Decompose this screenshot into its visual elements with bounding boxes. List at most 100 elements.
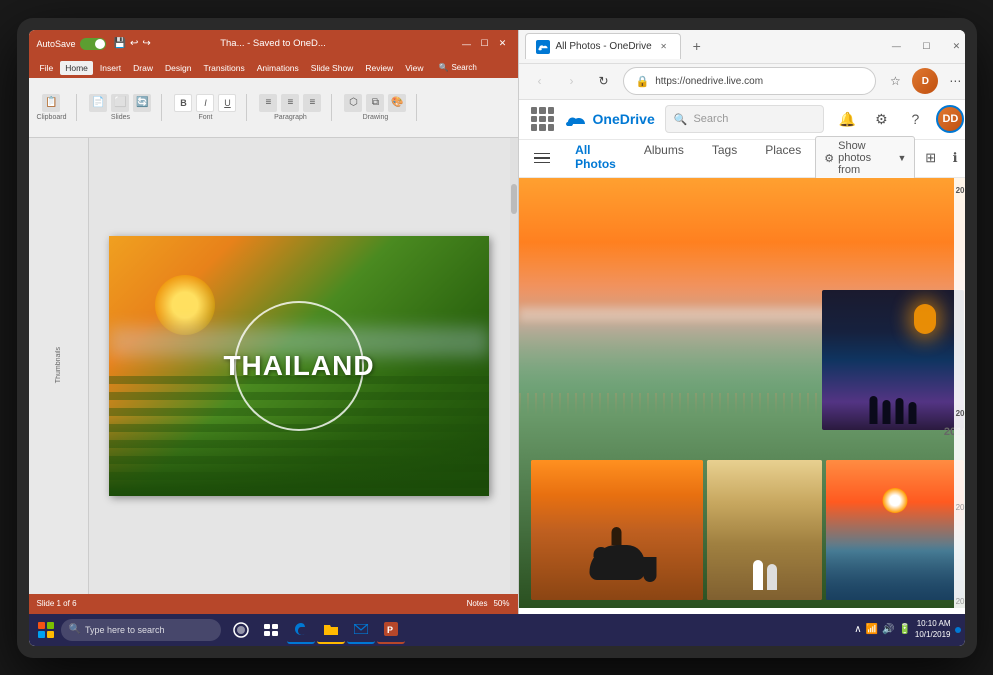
browser-win-controls: — ☐ ✕: [882, 35, 964, 57]
mail-icon[interactable]: [347, 616, 375, 644]
ribbon-search-placeholder[interactable]: Search: [451, 63, 476, 72]
od-search-box[interactable]: 🔍 Search: [665, 105, 825, 133]
edge-icon[interactable]: [287, 616, 315, 644]
ribbon-tab-review[interactable]: Review: [360, 61, 398, 75]
layout-icon[interactable]: ⬜: [111, 94, 129, 112]
tab-places[interactable]: Places: [751, 135, 815, 181]
browser-close-btn[interactable]: ✕: [942, 35, 964, 57]
silhouette-1: [870, 396, 878, 424]
chevron-up-icon[interactable]: ∧: [854, 624, 861, 635]
taskbar-clock[interactable]: 10:10 AM 10/1/2019: [915, 619, 951, 640]
waffle-dot: [531, 124, 538, 131]
refresh-btn[interactable]: ↻: [591, 68, 617, 94]
address-bar[interactable]: 🔒 https://onedrive.live.com: [623, 67, 877, 95]
browser-tab-onedrive[interactable]: All Photos - OneDrive ✕: [525, 33, 681, 59]
show-photos-btn[interactable]: ⚙ Show photos from ▼: [815, 136, 915, 180]
waffle-dot: [531, 116, 538, 123]
ppt-close-btn[interactable]: ✕: [496, 37, 510, 51]
ribbon-tab-slideshow[interactable]: Slide Show: [306, 61, 359, 75]
new-tab-btn[interactable]: +: [685, 34, 709, 58]
slide-area[interactable]: THAILAND: [89, 138, 510, 594]
photos-content[interactable]: 2019: [519, 178, 965, 614]
new-slide-icon[interactable]: 📄: [89, 94, 107, 112]
photos-nav: All Photos Albums Tags Places ⚙ Show pho…: [519, 140, 965, 178]
ribbon-tab-home[interactable]: Home: [60, 61, 93, 75]
bookmark-btn[interactable]: ☆: [882, 68, 908, 94]
elephant-photo[interactable]: [531, 460, 704, 600]
start-sq-4: [47, 631, 54, 638]
timeline-scrollbar[interactable]: 2019 2018 2017 2016: [954, 178, 964, 614]
third-row: [531, 460, 965, 600]
notes-btn[interactable]: Notes: [467, 599, 488, 608]
waffle-btn[interactable]: [531, 107, 555, 131]
reset-icon[interactable]: 🔄: [133, 94, 151, 112]
user-avatar[interactable]: DD: [936, 105, 964, 133]
device-screen: AutoSave 💾 ↩ ↪ Tha... - Saved to OneD...…: [29, 30, 965, 646]
browser-minimize-btn[interactable]: —: [882, 35, 910, 57]
slide-count: Slide 1 of 6: [37, 599, 77, 608]
cortana-btn[interactable]: [227, 616, 255, 644]
battery-icon[interactable]: 🔋: [898, 624, 910, 635]
ocean-water: [826, 544, 964, 600]
taskbar: 🔍 Type here to search: [29, 614, 965, 646]
ribbon-tab-animations[interactable]: Animations: [252, 61, 304, 75]
help-icon[interactable]: ?: [902, 106, 928, 132]
ribbon-tab-transitions[interactable]: Transitions: [198, 61, 249, 75]
italic-icon[interactable]: I: [196, 94, 214, 112]
tab-tags[interactable]: Tags: [698, 135, 751, 181]
browser-more-btn[interactable]: ⋯: [942, 68, 964, 94]
start-sq-2: [47, 622, 54, 629]
align-center-icon[interactable]: ≡: [281, 94, 299, 112]
ribbon-tab-insert[interactable]: Insert: [95, 61, 126, 75]
tab-all-photos[interactable]: All Photos: [561, 135, 630, 181]
lantern-photo[interactable]: [822, 290, 964, 430]
photo-grid: 2019: [519, 178, 965, 608]
tab-albums[interactable]: Albums: [630, 135, 698, 181]
info-btn[interactable]: ℹ: [946, 145, 965, 171]
ocean-sunset-photo[interactable]: [826, 460, 964, 600]
forward-btn[interactable]: ›: [559, 68, 585, 94]
ribbon-group-slides: 📄 ⬜ 🔄 Slides: [89, 94, 162, 121]
slide-container: THAILAND: [109, 236, 489, 496]
arrange-icon[interactable]: ⧉: [366, 94, 384, 112]
browser-maximize-btn[interactable]: ☐: [912, 35, 940, 57]
autosave-toggle[interactable]: [80, 38, 106, 50]
hikers-photo[interactable]: [707, 460, 822, 600]
task-view-btn[interactable]: [257, 616, 285, 644]
quick-styles-icon[interactable]: 🎨: [388, 94, 406, 112]
ribbon-tab-view[interactable]: View: [400, 61, 428, 75]
waffle-dot: [548, 124, 555, 131]
hamburger-btn[interactable]: [531, 143, 554, 173]
settings-icon[interactable]: ⚙: [868, 106, 894, 132]
tab-close-btn[interactable]: ✕: [658, 41, 670, 53]
align-left-icon[interactable]: ≡: [259, 94, 277, 112]
browser-toolbar-actions: ☆ D ⋯: [882, 68, 964, 94]
ppt-scrollbar[interactable]: [510, 138, 518, 594]
shape-icon[interactable]: ⬡: [344, 94, 362, 112]
ribbon-tab-draw[interactable]: Draw: [128, 61, 158, 75]
slide-title: THAILAND: [223, 350, 374, 382]
volume-icon[interactable]: 🔊: [882, 624, 894, 635]
waffle-dot: [548, 116, 555, 123]
od-search-icon: 🔍: [674, 113, 688, 126]
grid-view-btn[interactable]: ⊞: [921, 145, 940, 171]
ribbon-tab-design[interactable]: Design: [160, 61, 196, 75]
ppt-minimize-btn[interactable]: —: [460, 37, 474, 51]
bell-icon[interactable]: 🔔: [834, 106, 860, 132]
browser-profile-btn[interactable]: D: [912, 68, 938, 94]
taskbar-search[interactable]: 🔍 Type here to search: [61, 619, 221, 641]
start-btn[interactable]: [33, 617, 59, 643]
notification-indicator[interactable]: [955, 627, 961, 633]
paste-icon[interactable]: 📋: [42, 94, 60, 112]
network-icon[interactable]: 📶: [866, 624, 878, 635]
back-btn[interactable]: ‹: [527, 68, 553, 94]
bold-icon[interactable]: B: [174, 94, 192, 112]
ribbon-tab-file[interactable]: File: [35, 61, 59, 75]
ppt-maximize-btn[interactable]: ☐: [478, 37, 492, 51]
bullets-icon[interactable]: ≡: [303, 94, 321, 112]
waffle-dot: [539, 116, 546, 123]
misty-mountains-photo[interactable]: [676, 290, 818, 430]
underline-icon[interactable]: U: [218, 94, 236, 112]
powerpoint-icon[interactable]: P: [377, 616, 405, 644]
file-explorer-icon[interactable]: [317, 616, 345, 644]
